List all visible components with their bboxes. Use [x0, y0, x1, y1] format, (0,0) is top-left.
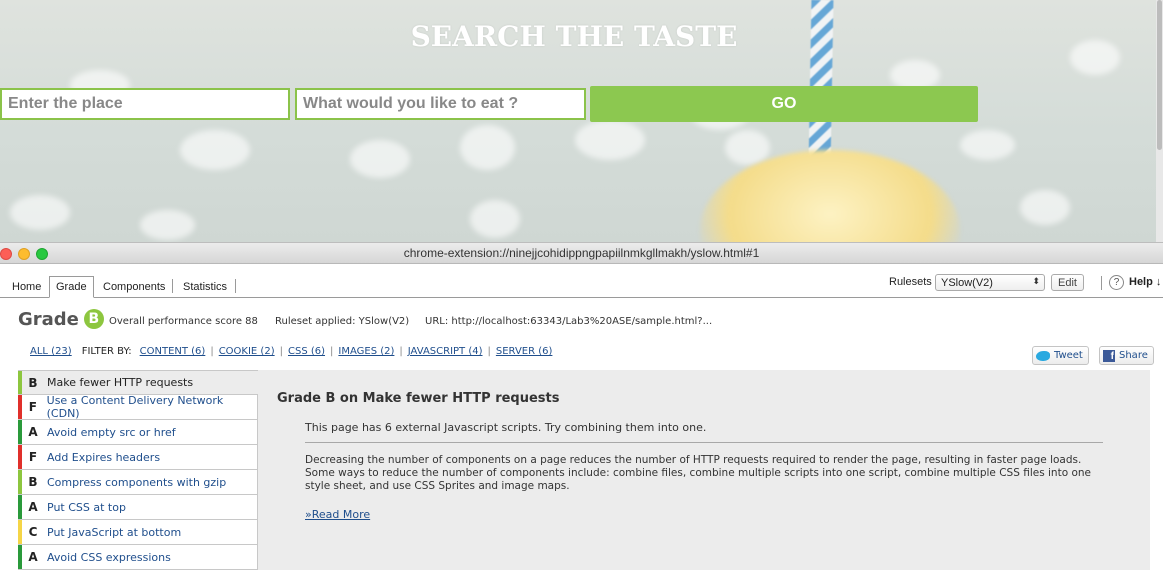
tab-statistics[interactable]: Statistics — [177, 276, 233, 298]
page-scrollbar[interactable] — [1156, 0, 1163, 242]
filter-bar: ALL (23) FILTER BY: CONTENT (6) | COOKIE … — [30, 346, 553, 357]
filter-server[interactable]: SERVER (6) — [496, 346, 553, 357]
share-label: Share — [1119, 350, 1148, 361]
tab-divider — [235, 279, 236, 293]
tab-components[interactable]: Components — [97, 276, 171, 298]
ruleset-applied: Ruleset applied: YSlow(V2) — [275, 316, 410, 327]
food-input[interactable]: What would you like to eat ? — [295, 88, 586, 120]
detail-title: Grade B on Make fewer HTTP requests — [277, 391, 560, 406]
tab-home[interactable]: Home — [6, 276, 47, 298]
go-button[interactable]: GO — [590, 86, 978, 122]
grade-heading: Grade B — [18, 306, 104, 332]
rule-name: Put JavaScript at bottom — [47, 525, 182, 539]
rule-name: Put CSS at top — [47, 500, 126, 514]
twitter-bird-icon — [1036, 350, 1050, 361]
grade-color-bar — [18, 371, 22, 394]
rule-name: Compress components with gzip — [47, 475, 227, 489]
facebook-icon: f — [1103, 349, 1115, 362]
grade-color-bar — [18, 470, 22, 494]
maximize-window-icon[interactable] — [36, 248, 48, 260]
toolbar-divider — [1101, 276, 1102, 290]
tab-grade[interactable]: Grade — [49, 276, 94, 298]
page-title: SEARCH THE TASTE — [410, 20, 738, 53]
rule-name: Avoid CSS expressions — [47, 550, 171, 564]
rule-item[interactable]: B Compress components with gzip — [18, 470, 258, 495]
place-input-placeholder: Enter the place — [8, 95, 123, 112]
rulesets-label: Rulesets — [889, 276, 932, 288]
rule-item[interactable]: F Add Expires headers — [18, 445, 258, 470]
rule-grade: C — [28, 525, 38, 539]
rule-list: B Make fewer HTTP requests F Use a Conte… — [18, 370, 258, 570]
rule-grade: F — [28, 450, 38, 464]
rule-grade: A — [28, 425, 38, 439]
overall-score: Overall performance score 88 — [109, 316, 258, 327]
grade-color-bar — [18, 545, 22, 569]
rule-item[interactable]: B Make fewer HTTP requests — [18, 370, 258, 395]
help-icon[interactable]: ? — [1109, 275, 1124, 290]
grade-color-bar — [18, 420, 22, 444]
rule-item[interactable]: A Avoid CSS expressions — [18, 545, 258, 570]
minimize-window-icon[interactable] — [18, 248, 30, 260]
detail-summary: This page has 6 external Javascript scri… — [305, 421, 707, 434]
rule-item[interactable]: F Use a Content Delivery Network (CDN) — [18, 394, 258, 420]
grade-badge: B — [83, 309, 104, 329]
tweet-button[interactable]: Tweet — [1032, 346, 1089, 365]
select-arrows-icon: ⬍ — [1032, 276, 1040, 286]
help-menu[interactable]: Help ↓ — [1129, 276, 1161, 288]
detail-description: Decreasing the number of components on a… — [305, 454, 1092, 492]
close-window-icon[interactable] — [0, 248, 12, 260]
filter-javascript[interactable]: JAVASCRIPT (4) — [408, 346, 483, 357]
grade-color-bar — [18, 395, 22, 419]
window-title: chrome-extension://ninejjcohidippngpapii… — [403, 246, 760, 260]
rule-name: Add Expires headers — [47, 450, 161, 464]
grade-color-bar — [18, 495, 22, 519]
read-more-link[interactable]: »Read More — [305, 508, 370, 521]
grade-color-bar — [18, 445, 22, 469]
grade-color-bar — [18, 520, 22, 544]
edit-ruleset-button[interactable]: Edit — [1051, 274, 1084, 291]
grade-label: Grade — [18, 308, 79, 330]
rule-grade: A — [28, 550, 38, 564]
rule-name: Avoid empty src or href — [47, 425, 176, 439]
rule-grade: B — [28, 375, 38, 390]
page-url: URL: http://localhost:63343/Lab3%20ASE/s… — [425, 316, 713, 327]
rule-name: Use a Content Delivery Network (CDN) — [46, 394, 224, 420]
place-input[interactable]: Enter the place — [0, 88, 290, 120]
food-input-placeholder: What would you like to eat ? — [303, 95, 519, 112]
filter-by-label: FILTER BY: — [81, 346, 132, 357]
window-titlebar: chrome-extension://ninejjcohidippngpapii… — [0, 242, 1163, 264]
rule-name: Make fewer HTTP requests — [47, 376, 194, 389]
ruleset-select[interactable]: YSlow(V2) ⬍ — [935, 274, 1045, 291]
filter-images[interactable]: IMAGES (2) — [338, 346, 394, 357]
rule-grade: A — [28, 500, 38, 514]
filter-all[interactable]: ALL (23) — [30, 346, 72, 357]
filter-content[interactable]: CONTENT (6) — [140, 346, 206, 357]
yslow-tabbar: Home Grade Components Statistics Ruleset… — [0, 264, 1163, 298]
detail-divider — [305, 442, 1103, 443]
hero-banner: SEARCH THE TASTE Enter the place What wo… — [0, 0, 1163, 242]
rule-grade: B — [28, 475, 38, 489]
filter-css[interactable]: CSS (6) — [288, 346, 325, 357]
rule-item[interactable]: A Avoid empty src or href — [18, 420, 258, 445]
share-button[interactable]: f Share — [1099, 346, 1154, 365]
tweet-label: Tweet — [1054, 350, 1083, 361]
rule-grade: F — [28, 400, 37, 414]
rule-item[interactable]: A Put CSS at top — [18, 495, 258, 520]
tab-divider — [172, 279, 173, 293]
filter-cookie[interactable]: COOKIE (2) — [219, 346, 275, 357]
ruleset-select-value: YSlow(V2) — [941, 276, 993, 289]
rule-item[interactable]: C Put JavaScript at bottom — [18, 520, 258, 545]
